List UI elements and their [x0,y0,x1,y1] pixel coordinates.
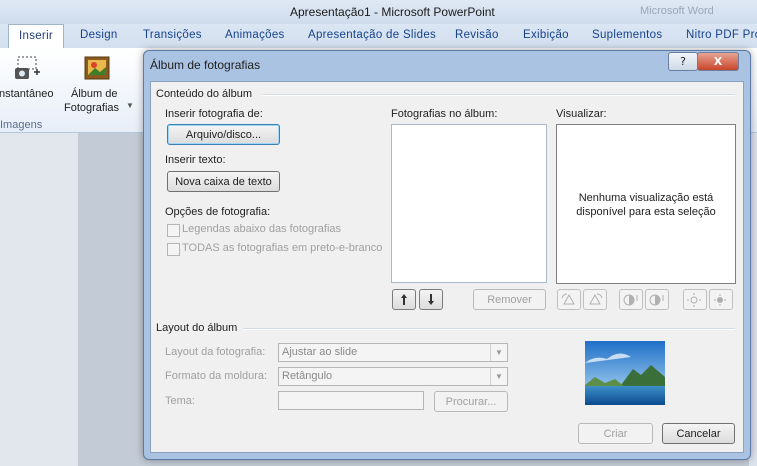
remove-button[interactable]: Remover [473,289,546,310]
rotate-right-icon [589,293,603,305]
album-button-label-line1[interactable]: Álbum de [71,88,117,100]
tab-exibicao[interactable]: Exibição [523,24,569,47]
section-divider [263,94,735,96]
instantaneo-button-label[interactable]: nstantâneo [0,88,53,100]
tab-animacoes[interactable]: Animações [225,24,285,47]
arrow-down-icon [428,294,434,305]
album-button-label-line2[interactable]: Fotografias [64,102,119,114]
browse-button[interactable]: Procurar... [434,391,508,412]
contrast-decrease-button[interactable] [645,289,669,310]
contrast-up-icon [623,294,638,306]
contrast-increase-button[interactable] [619,289,643,310]
rotate-right-button[interactable] [583,289,607,310]
contrast-down-icon [649,294,664,306]
album-dropdown-arrow-icon[interactable]: ▼ [126,101,134,110]
theme-input[interactable] [278,391,424,410]
black-white-checkbox[interactable] [167,243,180,256]
album-content-section-title: Conteúdo do álbum [156,88,253,100]
group-label-imagens: Imagens [0,119,43,131]
photos-in-album-label: Fotografias no álbum: [391,108,498,120]
album-layout-section-title: Layout do álbum [156,322,238,334]
tab-nitro-pdf[interactable]: Nitro PDF Pro [686,24,757,47]
insert-text-label: Inserir texto: [165,154,226,166]
theme-label: Tema: [165,395,195,407]
photo-layout-label: Layout da fotografia: [165,346,266,358]
captions-checkbox[interactable] [167,224,180,237]
tab-apresentacao-de-slides[interactable]: Apresentação de Slides [308,24,436,47]
new-textbox-button[interactable]: Nova caixa de texto [167,171,280,192]
frame-shape-select[interactable]: Retângulo ▼ [278,367,508,386]
photo-album-dialog: Álbum de fotografias ? X Conteúdo do álb… [143,50,751,460]
brightness-up-icon [687,293,701,307]
file-disk-button[interactable]: Arquivo/disco... [167,124,280,145]
rotate-left-button[interactable] [557,289,581,310]
arrow-up-icon [401,294,407,305]
frame-shape-label: Formato da moldura: [165,370,268,382]
photo-layout-select[interactable]: Ajustar ao slide ▼ [278,343,508,362]
section-divider [243,328,735,330]
tab-suplementos[interactable]: Suplementos [592,24,662,47]
preview-pane: Nenhuma visualização está disponível par… [556,124,736,284]
move-down-button[interactable] [419,289,443,310]
insert-photo-label: Inserir fotografia de: [165,108,263,120]
ribbon-tabs: Inserir Design Transições Animações Apre… [0,24,757,49]
chevron-down-icon: ▼ [490,368,507,385]
brightness-down-icon [714,294,726,306]
rotate-left-icon [561,293,575,305]
tab-design[interactable]: Design [80,24,118,47]
screenshot-icon[interactable] [12,54,42,84]
photo-options-label: Opções de fotografia: [165,206,271,218]
photos-in-album-list[interactable] [391,124,547,283]
window-title: Apresentação1 - Microsoft PowerPoint [290,5,495,19]
layout-preview-thumbnail [585,341,665,405]
preview-label: Visualizar: [556,108,607,120]
create-button[interactable]: Criar [578,423,653,444]
move-up-button[interactable] [392,289,416,310]
photo-layout-value: Ajustar ao slide [282,346,358,358]
captions-label: Legendas abaixo das fotografias [182,223,342,235]
cancel-button[interactable]: Cancelar [662,423,735,444]
slides-pane [0,133,78,466]
background-window-title: Microsoft Word [640,5,714,17]
dialog-client-area: Conteúdo do álbum Inserir fotografia de:… [150,81,744,453]
close-button[interactable]: X [697,52,739,71]
landscape-preview-image [585,341,665,405]
frame-shape-value: Retângulo [282,370,333,382]
preview-message: Nenhuma visualização está disponível par… [576,192,716,218]
tab-revisao[interactable]: Revisão [455,24,499,47]
tab-transicoes[interactable]: Transições [143,24,202,47]
black-white-label: TODAS as fotografias em preto-e-branco [182,242,383,254]
brightness-decrease-button[interactable] [709,289,733,310]
brightness-increase-button[interactable] [683,289,707,310]
help-button[interactable]: ? [668,52,698,71]
tab-inserir[interactable]: Inserir [8,24,65,49]
chevron-down-icon: ▼ [490,344,507,361]
photo-album-icon[interactable] [83,54,113,84]
dialog-title: Álbum de fotografias [150,58,261,72]
window-titlebar: Apresentação1 - Microsoft PowerPoint Mic… [0,0,757,24]
